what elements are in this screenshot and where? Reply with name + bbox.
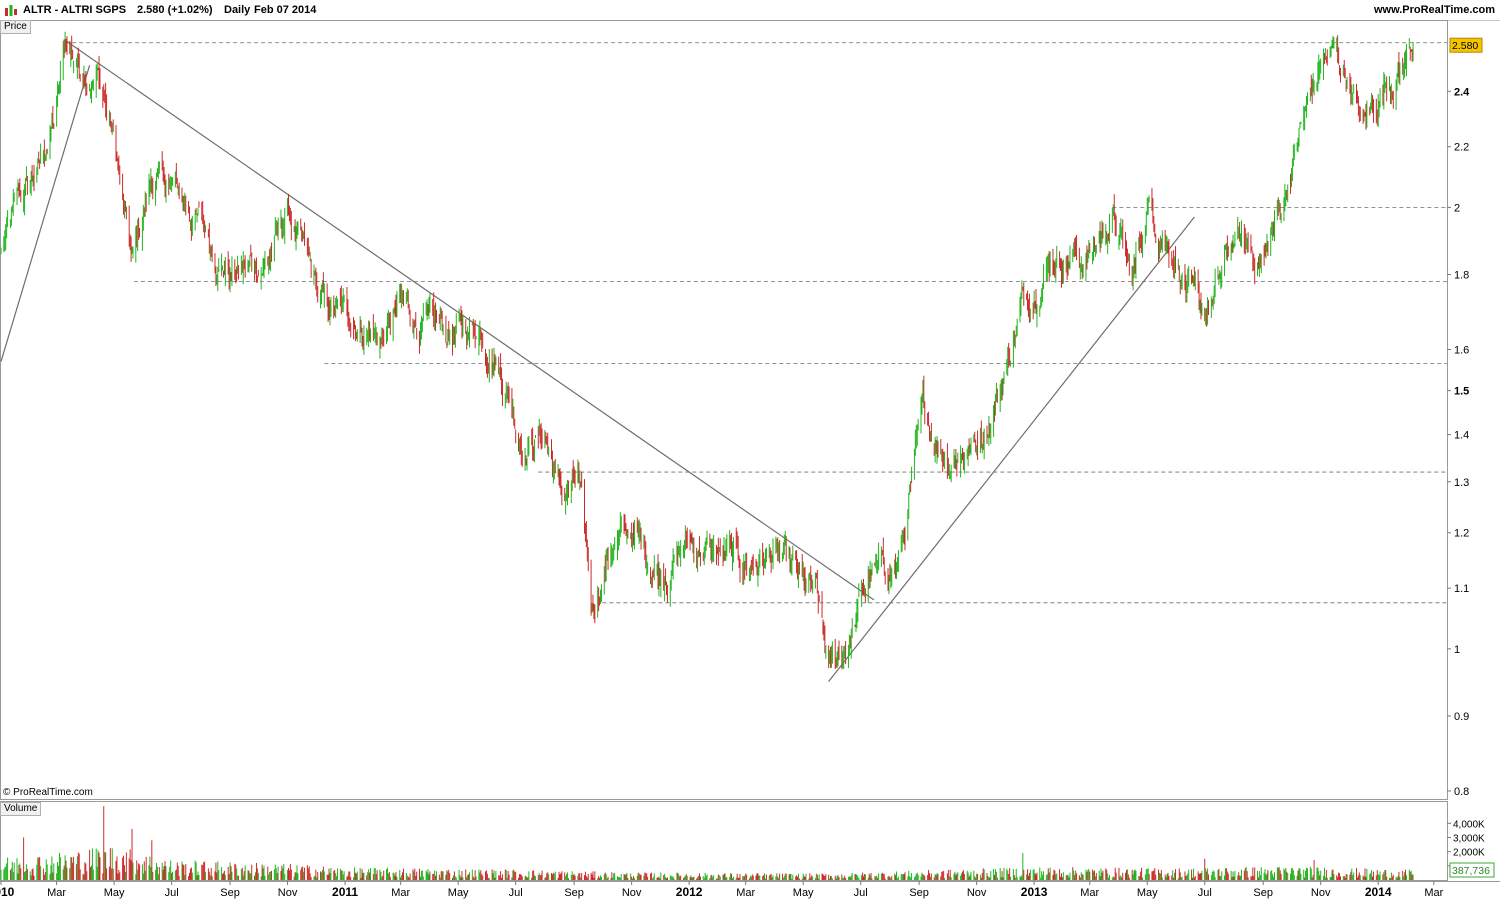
- last-volume-tag-label: 387,736: [1452, 865, 1490, 877]
- time-axis-label: May: [448, 887, 469, 899]
- price-axis-label: 0.8: [1454, 786, 1469, 798]
- volume-panel-label[interactable]: Volume: [0, 802, 42, 816]
- time-axis-label: Jul: [1198, 887, 1212, 899]
- time-axis-label: May: [104, 887, 125, 899]
- price-axis-label: 1.5: [1454, 386, 1469, 398]
- time-axis-label: Sep: [564, 887, 584, 899]
- price-panel-frame: [0, 20, 1448, 800]
- time-axis-label: Nov: [622, 887, 642, 899]
- trendline: [828, 216, 1195, 682]
- price-axis-label: 1.3: [1454, 477, 1469, 489]
- price-axis-label: 1: [1454, 644, 1460, 656]
- time-axis-label: Nov: [1311, 887, 1331, 899]
- time-axis-label: May: [1137, 887, 1158, 899]
- price-axis-label: 1.8: [1454, 270, 1469, 282]
- volume-axis-label: 3,000K: [1453, 833, 1485, 844]
- price-axis-label: 2: [1454, 202, 1460, 214]
- time-axis-label: Sep: [1253, 887, 1273, 899]
- price-axis-label: 1.6: [1454, 345, 1469, 357]
- time-axis-label: Nov: [967, 887, 987, 899]
- time-axis-label: 2014: [1365, 885, 1392, 899]
- trendline: [0, 65, 91, 362]
- time-axis-label: 2013: [1021, 885, 1048, 899]
- time-axis-label: Mar: [391, 887, 410, 899]
- copyright-notice: © ProRealTime.com: [3, 787, 93, 798]
- volume-bars: [0, 806, 1414, 880]
- price-axis-label: 1.2: [1454, 528, 1469, 540]
- last-price-tag-label: 2.580: [1452, 40, 1478, 52]
- time-axis-label: May: [793, 887, 814, 899]
- time-axis-label: Nov: [278, 887, 298, 899]
- time-axis-label: Sep: [909, 887, 929, 899]
- time-axis-label: Sep: [220, 887, 240, 899]
- time-axis-label: Jul: [854, 887, 868, 899]
- time-axis-label: Jul: [509, 887, 523, 899]
- time-axis-label: 2012: [676, 885, 703, 899]
- time-axis-label: 2010: [0, 885, 15, 899]
- time-axis-label: Mar: [1424, 887, 1443, 899]
- chart-canvas[interactable]: 0.8 0.9 1 1.1 1.2 1.3 1.4 1.5 1.6 1.8 2 2.2 2.4 2.580…: [0, 0, 1500, 900]
- volume-axis-label: 4,000K: [1453, 819, 1485, 830]
- volume-axis-label: 2,000K: [1453, 848, 1485, 859]
- price-axis-label: 0.9: [1454, 711, 1469, 723]
- price-axis-label: 1.1: [1454, 583, 1469, 595]
- time-axis-label: Mar: [1080, 887, 1099, 899]
- price-axis-label: 1.4: [1454, 430, 1469, 442]
- price-axis-label: 2.4: [1454, 86, 1470, 98]
- time-axis-label: Mar: [736, 887, 755, 899]
- price-axis-label: 2.2: [1454, 142, 1469, 154]
- price-candles: [0, 31, 1414, 670]
- time-axis-label: Mar: [47, 887, 66, 899]
- price-panel-label[interactable]: Price: [0, 20, 31, 34]
- time-axis-label: 2011: [332, 885, 358, 899]
- time-axis-label: Jul: [165, 887, 179, 899]
